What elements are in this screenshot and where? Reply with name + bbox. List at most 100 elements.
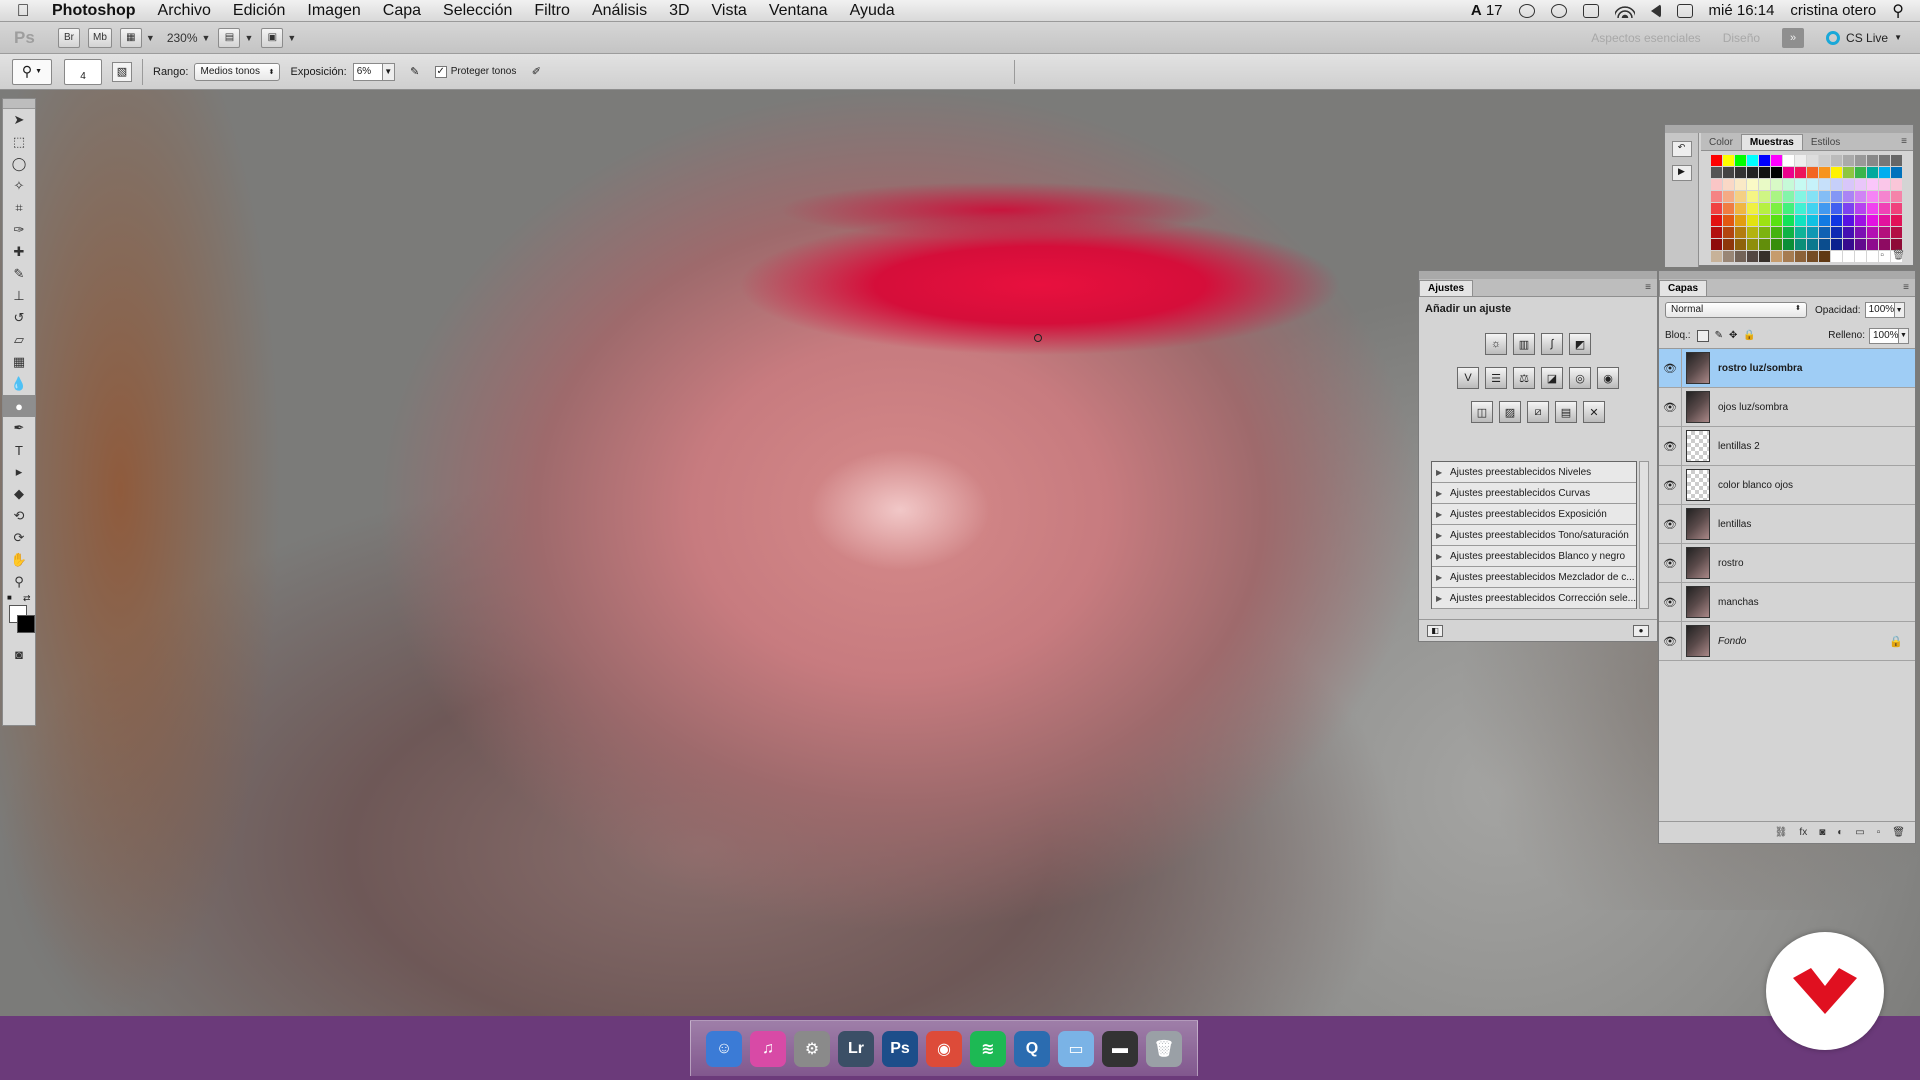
- swatch[interactable]: [1843, 167, 1854, 178]
- eye-icon[interactable]: 👁: [1659, 479, 1681, 492]
- swatch[interactable]: [1819, 155, 1830, 166]
- pen-tool-icon[interactable]: ✒: [3, 417, 35, 439]
- 3d-orbit-tool-icon[interactable]: ⟳: [3, 527, 35, 549]
- swatch[interactable]: [1783, 203, 1794, 214]
- swatch[interactable]: [1735, 167, 1746, 178]
- lasso-tool-icon[interactable]: ◯: [3, 153, 35, 175]
- swatch[interactable]: [1771, 167, 1782, 178]
- crop-tool-icon[interactable]: ⌗: [3, 197, 35, 219]
- workspace-essentials[interactable]: Aspectos esenciales: [1591, 31, 1700, 45]
- swatch[interactable]: [1711, 215, 1722, 226]
- swatch[interactable]: [1783, 155, 1794, 166]
- swatch[interactable]: [1795, 203, 1806, 214]
- swatch[interactable]: [1807, 239, 1818, 250]
- swatch[interactable]: [1783, 239, 1794, 250]
- swatch[interactable]: [1795, 215, 1806, 226]
- menu-analisis[interactable]: Análisis: [581, 2, 658, 20]
- presets-scrollbar[interactable]: [1639, 461, 1649, 609]
- swatch[interactable]: [1819, 167, 1830, 178]
- swatch[interactable]: [1771, 191, 1782, 202]
- swatch[interactable]: [1879, 215, 1890, 226]
- tab-swatches[interactable]: Muestras: [1740, 134, 1803, 150]
- swatch[interactable]: [1855, 239, 1866, 250]
- swatch[interactable]: [1747, 179, 1758, 190]
- eye-icon[interactable]: 👁: [1659, 440, 1681, 453]
- swatch[interactable]: [1759, 251, 1770, 262]
- swatch[interactable]: [1819, 203, 1830, 214]
- exposure-slider-toggle[interactable]: ▼: [382, 62, 395, 81]
- swatch[interactable]: [1759, 155, 1770, 166]
- swatch[interactable]: [1807, 155, 1818, 166]
- swatch[interactable]: [1807, 179, 1818, 190]
- hue-saturation-icon[interactable]: ☰: [1485, 367, 1507, 389]
- swatch[interactable]: [1747, 227, 1758, 238]
- swatch[interactable]: [1747, 155, 1758, 166]
- menu-edicion[interactable]: Edición: [222, 2, 296, 20]
- workspace-overflow-button[interactable]: »: [1782, 27, 1805, 48]
- swatch[interactable]: [1723, 203, 1734, 214]
- eye-icon[interactable]: 👁: [1659, 596, 1681, 609]
- zoom-tool-icon[interactable]: ⚲: [3, 571, 35, 593]
- blend-mode-select[interactable]: Normal ⬍: [1665, 302, 1807, 318]
- swatch[interactable]: [1819, 179, 1830, 190]
- swatch[interactable]: [1771, 239, 1782, 250]
- lock-all-icon[interactable]: 🔒: [1743, 330, 1755, 341]
- swatch[interactable]: [1831, 167, 1842, 178]
- swatch[interactable]: [1747, 167, 1758, 178]
- swatch[interactable]: [1759, 191, 1770, 202]
- arrange-documents-button[interactable]: ▤: [218, 27, 241, 48]
- battery-icon[interactable]: [1582, 3, 1599, 18]
- swatch-grid[interactable]: [1711, 155, 1902, 262]
- dock-system-preferences-icon[interactable]: ⚙: [794, 1030, 830, 1067]
- tab-color[interactable]: Color: [1701, 135, 1741, 150]
- swatch[interactable]: [1711, 191, 1722, 202]
- opacity-input[interactable]: 100%: [1864, 302, 1895, 318]
- swatch[interactable]: [1759, 179, 1770, 190]
- swatch[interactable]: [1747, 203, 1758, 214]
- layer-style-icon[interactable]: fx: [1799, 827, 1807, 838]
- swatch[interactable]: [1855, 227, 1866, 238]
- panel-menu-icon[interactable]: ≡: [1897, 282, 1915, 296]
- protect-tones-checkbox[interactable]: ✓: [434, 65, 447, 78]
- tool-preset-picker[interactable]: ⚲ ▼: [12, 58, 52, 85]
- swatch[interactable]: [1771, 155, 1782, 166]
- swatch[interactable]: [1843, 191, 1854, 202]
- actions-panel-icon[interactable]: ▶: [1671, 165, 1692, 181]
- swatch[interactable]: [1831, 251, 1842, 262]
- swatch[interactable]: [1831, 239, 1842, 250]
- swatch[interactable]: [1843, 179, 1854, 190]
- swatch[interactable]: [1783, 167, 1794, 178]
- quick-selection-tool-icon[interactable]: ✧: [3, 175, 35, 197]
- curves-icon[interactable]: ∫: [1541, 333, 1563, 355]
- swatch[interactable]: [1747, 251, 1758, 262]
- tab-layers[interactable]: Capas: [1659, 280, 1708, 296]
- spotlight-search-icon[interactable]: ⚲: [1892, 1, 1904, 21]
- swatch[interactable]: [1879, 155, 1890, 166]
- swatch[interactable]: [1867, 239, 1878, 250]
- swatch[interactable]: [1783, 179, 1794, 190]
- swatch[interactable]: [1795, 167, 1806, 178]
- menu-app-photoshop[interactable]: Photoshop: [46, 2, 147, 20]
- swatch[interactable]: [1735, 155, 1746, 166]
- swatch[interactable]: [1711, 179, 1722, 190]
- calendar-icon[interactable]: [1676, 3, 1693, 18]
- menu-3d[interactable]: 3D: [658, 2, 700, 20]
- tab-styles[interactable]: Estilos: [1803, 135, 1848, 150]
- brightness-contrast-icon[interactable]: ☼: [1485, 333, 1507, 355]
- panel-menu-icon[interactable]: ≡: [1639, 282, 1657, 296]
- swatch[interactable]: [1771, 203, 1782, 214]
- eraser-tool-icon[interactable]: ▱: [3, 329, 35, 351]
- channel-mixer-icon[interactable]: ◉: [1597, 367, 1619, 389]
- view-extras-button[interactable]: ▦: [119, 27, 142, 48]
- healing-brush-tool-icon[interactable]: ✚: [3, 241, 35, 263]
- swatch[interactable]: [1807, 203, 1818, 214]
- swatch[interactable]: [1723, 179, 1734, 190]
- swatch[interactable]: [1831, 203, 1842, 214]
- background-color[interactable]: [17, 615, 35, 633]
- swatch[interactable]: [1855, 251, 1866, 262]
- swatch[interactable]: [1867, 215, 1878, 226]
- clip-to-layer-icon[interactable]: ◧: [1427, 624, 1443, 637]
- posterize-icon[interactable]: ▨: [1499, 401, 1521, 423]
- swatch[interactable]: [1843, 239, 1854, 250]
- lock-pixels-icon[interactable]: ✎: [1715, 330, 1723, 341]
